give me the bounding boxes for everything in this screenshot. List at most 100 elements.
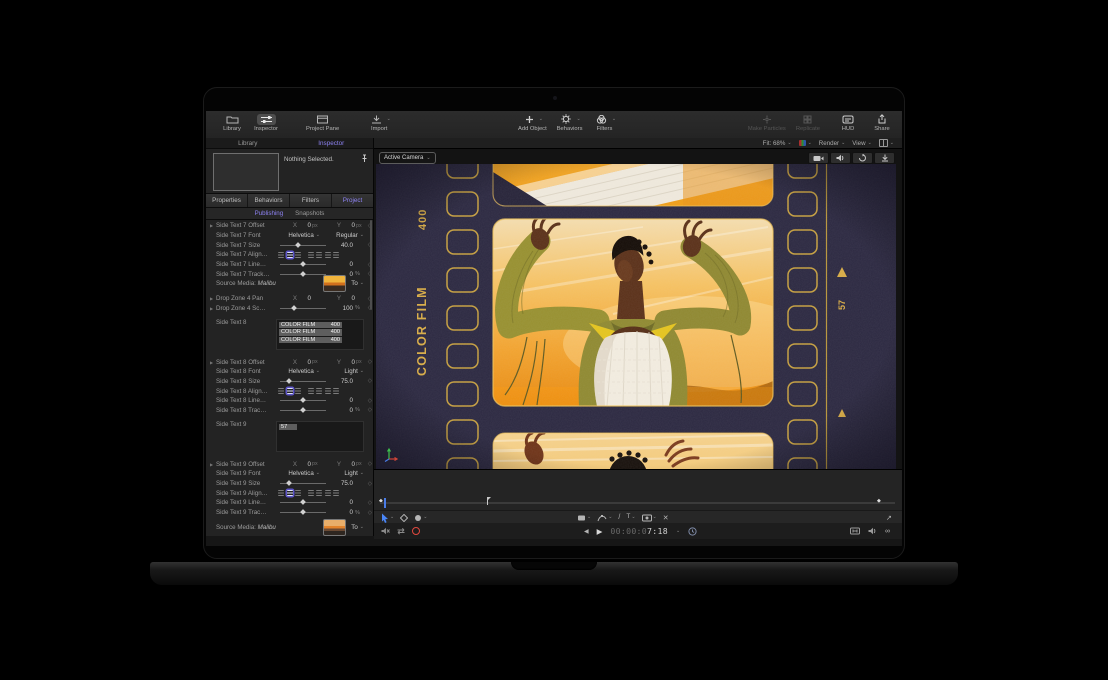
media-target-dropdown[interactable]: To⌄ [351, 280, 364, 287]
media-thumbnail[interactable] [323, 275, 346, 292]
parameter-row[interactable]: Side Text 8 Line… 0 [206, 396, 374, 406]
tab-filters[interactable]: Filters [290, 194, 332, 207]
share-button[interactable]: Share [870, 113, 894, 132]
keyframe-diamond[interactable]: ◇ [368, 378, 372, 384]
font-weight-dropdown[interactable]: Light⌄ [320, 368, 364, 375]
audio-button[interactable] [830, 152, 851, 164]
channels-dropdown[interactable]: ⌄ [799, 140, 812, 146]
align-left-icon[interactable] [278, 490, 284, 496]
frame-browser-button[interactable] [850, 527, 860, 535]
slider[interactable] [280, 502, 326, 503]
parameter-row[interactable]: Side Text 8 Trac… 0 % [206, 406, 374, 416]
layout-dropdown[interactable]: ⌄ [879, 139, 894, 147]
y-value-field[interactable]: 0 [343, 359, 355, 366]
font-family-dropdown[interactable]: Helvetica⌄ [276, 368, 320, 375]
justify-last-center-icon[interactable] [316, 252, 322, 258]
fit-zoom-control[interactable]: Fit: 68%⌄ [763, 140, 792, 147]
parameter-row[interactable]: Side Text 9 Align… [206, 488, 374, 498]
film-strip-composition[interactable]: 400 COLOR FILM 57 [376, 164, 896, 469]
media-thumbnail[interactable] [323, 519, 346, 536]
font-weight-dropdown[interactable]: Light⌄ [320, 470, 364, 477]
slider-value-field[interactable]: 0 [331, 407, 353, 414]
media-target-dropdown[interactable]: To⌄ [351, 524, 364, 531]
justify-all-icon[interactable] [333, 490, 339, 496]
slider-value-field[interactable]: 0 [331, 397, 353, 404]
library-button[interactable]: Library [220, 113, 244, 132]
slider-knob[interactable] [300, 500, 306, 506]
x-value-field[interactable]: 0 [299, 461, 311, 468]
slider[interactable] [280, 410, 326, 411]
mini-timeline[interactable]: ◆ ◆ [374, 496, 902, 510]
slider-knob[interactable] [286, 480, 292, 486]
slider[interactable] [280, 483, 326, 484]
timeline-track[interactable] [380, 502, 895, 504]
slider[interactable] [280, 245, 326, 246]
previous-frame-button[interactable]: ◀ [584, 528, 589, 535]
slider[interactable] [280, 512, 326, 513]
record-button[interactable] [412, 527, 420, 535]
slider-knob[interactable] [300, 509, 306, 515]
tab-project[interactable]: Project [332, 194, 373, 207]
tab-behaviors[interactable]: Behaviors [248, 194, 290, 207]
play-button[interactable]: ▶ [597, 527, 603, 536]
text-entry-box[interactable]: COLOR FILM400COLOR FILM400COLOR FILM400 [276, 319, 364, 350]
parameter-row[interactable]: ▶ Side Text 8 Offset X0px Y0px [206, 357, 374, 367]
slider-knob[interactable] [286, 378, 292, 384]
project-pane-button[interactable]: Project Pane [306, 113, 339, 132]
slider[interactable] [280, 400, 326, 401]
align-left-icon[interactable] [278, 388, 284, 394]
rectangle-tool[interactable]: ⌄ [577, 514, 591, 522]
adjust-anchor-tool[interactable] [400, 514, 408, 522]
pin-icon[interactable] [361, 154, 368, 163]
slider[interactable] [280, 308, 326, 309]
parameter-row[interactable]: Side Text 7 Line… 0 [206, 260, 374, 270]
parameter-row[interactable]: Side Text 9 Line… 0 [206, 498, 374, 508]
clock-icon[interactable] [688, 527, 697, 536]
parameter-row[interactable]: ▶ Side Text 7 Offset X0px Y0px [206, 221, 374, 231]
font-family-dropdown[interactable]: Helvetica⌄ [276, 470, 320, 477]
justify-last-left-icon[interactable] [308, 252, 314, 258]
inspector-scrollbar[interactable] [370, 220, 372, 310]
parameter-row[interactable]: Side Text 9 Size 75.0 [206, 479, 374, 489]
subtab-publishing[interactable]: Publishing [255, 210, 284, 217]
loop-refresh-button[interactable] [852, 152, 873, 164]
slider-value-field[interactable]: 0 [331, 261, 353, 268]
align-center-icon[interactable] [287, 388, 293, 394]
subtab-snapshots[interactable]: Snapshots [295, 210, 324, 217]
tab-library[interactable]: Library [206, 140, 290, 147]
parameter-row[interactable]: Side Text 7 Font Helvetica⌄ Regular⌄ [206, 231, 374, 241]
align-left-icon[interactable] [278, 252, 284, 258]
x-value-field[interactable]: 0 [299, 359, 311, 366]
canvas-viewport[interactable]: 400 COLOR FILM 57 Active Camera⌄ [374, 149, 902, 469]
y-value-field[interactable]: 0 [343, 295, 355, 302]
parameter-row[interactable]: Side Text 7 Size 40.0 [206, 240, 374, 250]
timecode-menu-chevron[interactable]: ⌄ [676, 529, 680, 534]
y-value-field[interactable]: 0 [343, 461, 355, 468]
parameter-row[interactable]: Side Text 8 Align… [206, 386, 374, 396]
keyframe-diamond[interactable]: ◇ [368, 500, 372, 506]
justify-last-left-icon[interactable] [308, 490, 314, 496]
font-family-dropdown[interactable]: Helvetica⌄ [276, 232, 320, 239]
justify-last-right-icon[interactable] [325, 252, 331, 258]
align-center-icon[interactable] [287, 252, 293, 258]
view-dropdown[interactable]: View⌄ [852, 140, 872, 147]
playhead[interactable] [384, 498, 386, 508]
keyframe-diamond[interactable]: ◇ [368, 510, 372, 516]
parameter-row[interactable]: Side Text 7 Align… [206, 250, 374, 260]
tab-properties[interactable]: Properties [206, 194, 248, 207]
slider[interactable] [280, 264, 326, 265]
keyframe-diamond[interactable]: ◇ [368, 461, 372, 467]
justify-last-left-icon[interactable] [308, 388, 314, 394]
justify-last-right-icon[interactable] [325, 388, 331, 394]
text-tool[interactable]: T ⌄ [626, 514, 635, 521]
y-value-field[interactable]: 0 [343, 222, 355, 229]
slider[interactable] [280, 381, 326, 382]
filters-button[interactable]: ⌄ Filters [592, 113, 616, 132]
hud-button[interactable]: HUD [836, 113, 860, 132]
parameter-row[interactable]: Side Text 9 [206, 420, 374, 454]
slider-value-field[interactable]: 0 [331, 509, 353, 516]
slider-knob[interactable] [300, 397, 306, 403]
parameter-row[interactable]: ▶ Side Text 9 Offset X0px Y0px [206, 459, 374, 469]
select-transform-tool[interactable]: ⌄ [381, 513, 394, 523]
slider-knob[interactable] [300, 261, 306, 267]
